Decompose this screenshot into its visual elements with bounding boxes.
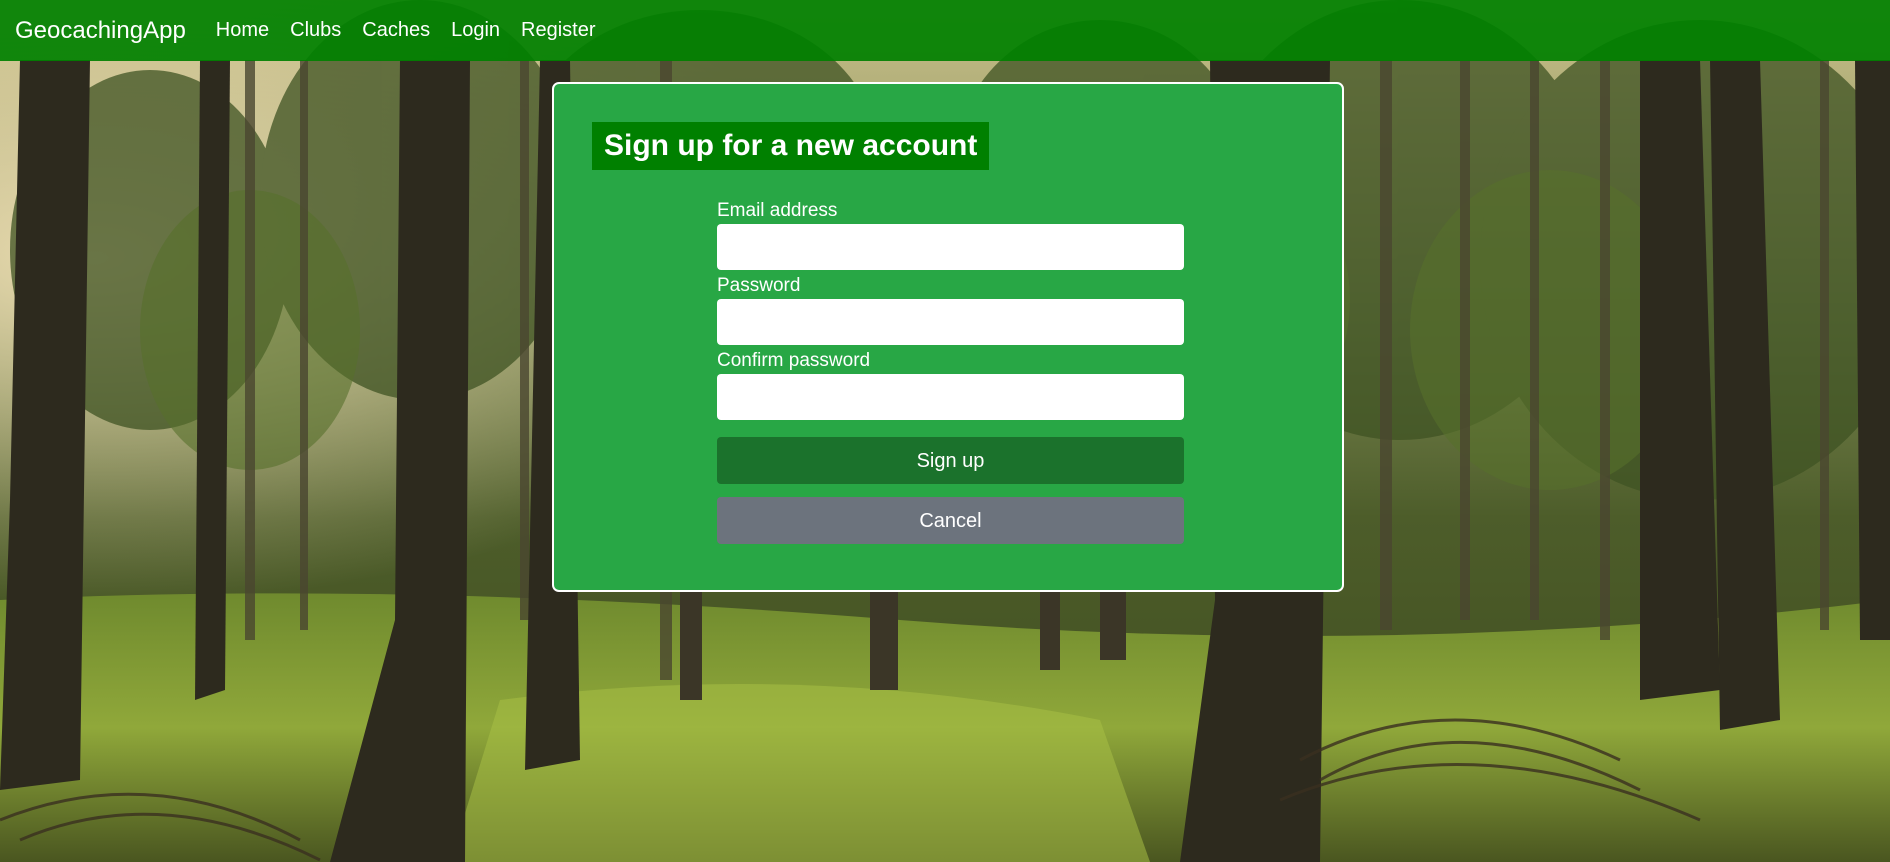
signup-card: Sign up for a new account Email address … [552,82,1344,592]
nav-link-clubs[interactable]: Clubs [290,19,341,42]
signup-form: Email address Password Confirm password … [717,198,1184,544]
password-field[interactable] [717,299,1184,345]
navbar: GeocachingApp Home Clubs Caches Login Re… [0,0,1890,61]
brand-link[interactable]: GeocachingApp [15,17,186,45]
nav-link-home[interactable]: Home [216,19,269,42]
nav-link-caches[interactable]: Caches [362,19,430,42]
password-label: Password [717,275,801,296]
email-field[interactable] [717,224,1184,270]
nav-link-login[interactable]: Login [451,19,500,42]
sign-up-button[interactable]: Sign up [717,437,1184,484]
confirm-password-field[interactable] [717,374,1184,420]
nav-link-register[interactable]: Register [521,19,595,42]
confirm-password-label: Confirm password [717,350,871,371]
email-label: Email address [717,200,838,221]
cancel-button[interactable]: Cancel [717,497,1184,544]
page-title: Sign up for a new account [592,122,990,170]
